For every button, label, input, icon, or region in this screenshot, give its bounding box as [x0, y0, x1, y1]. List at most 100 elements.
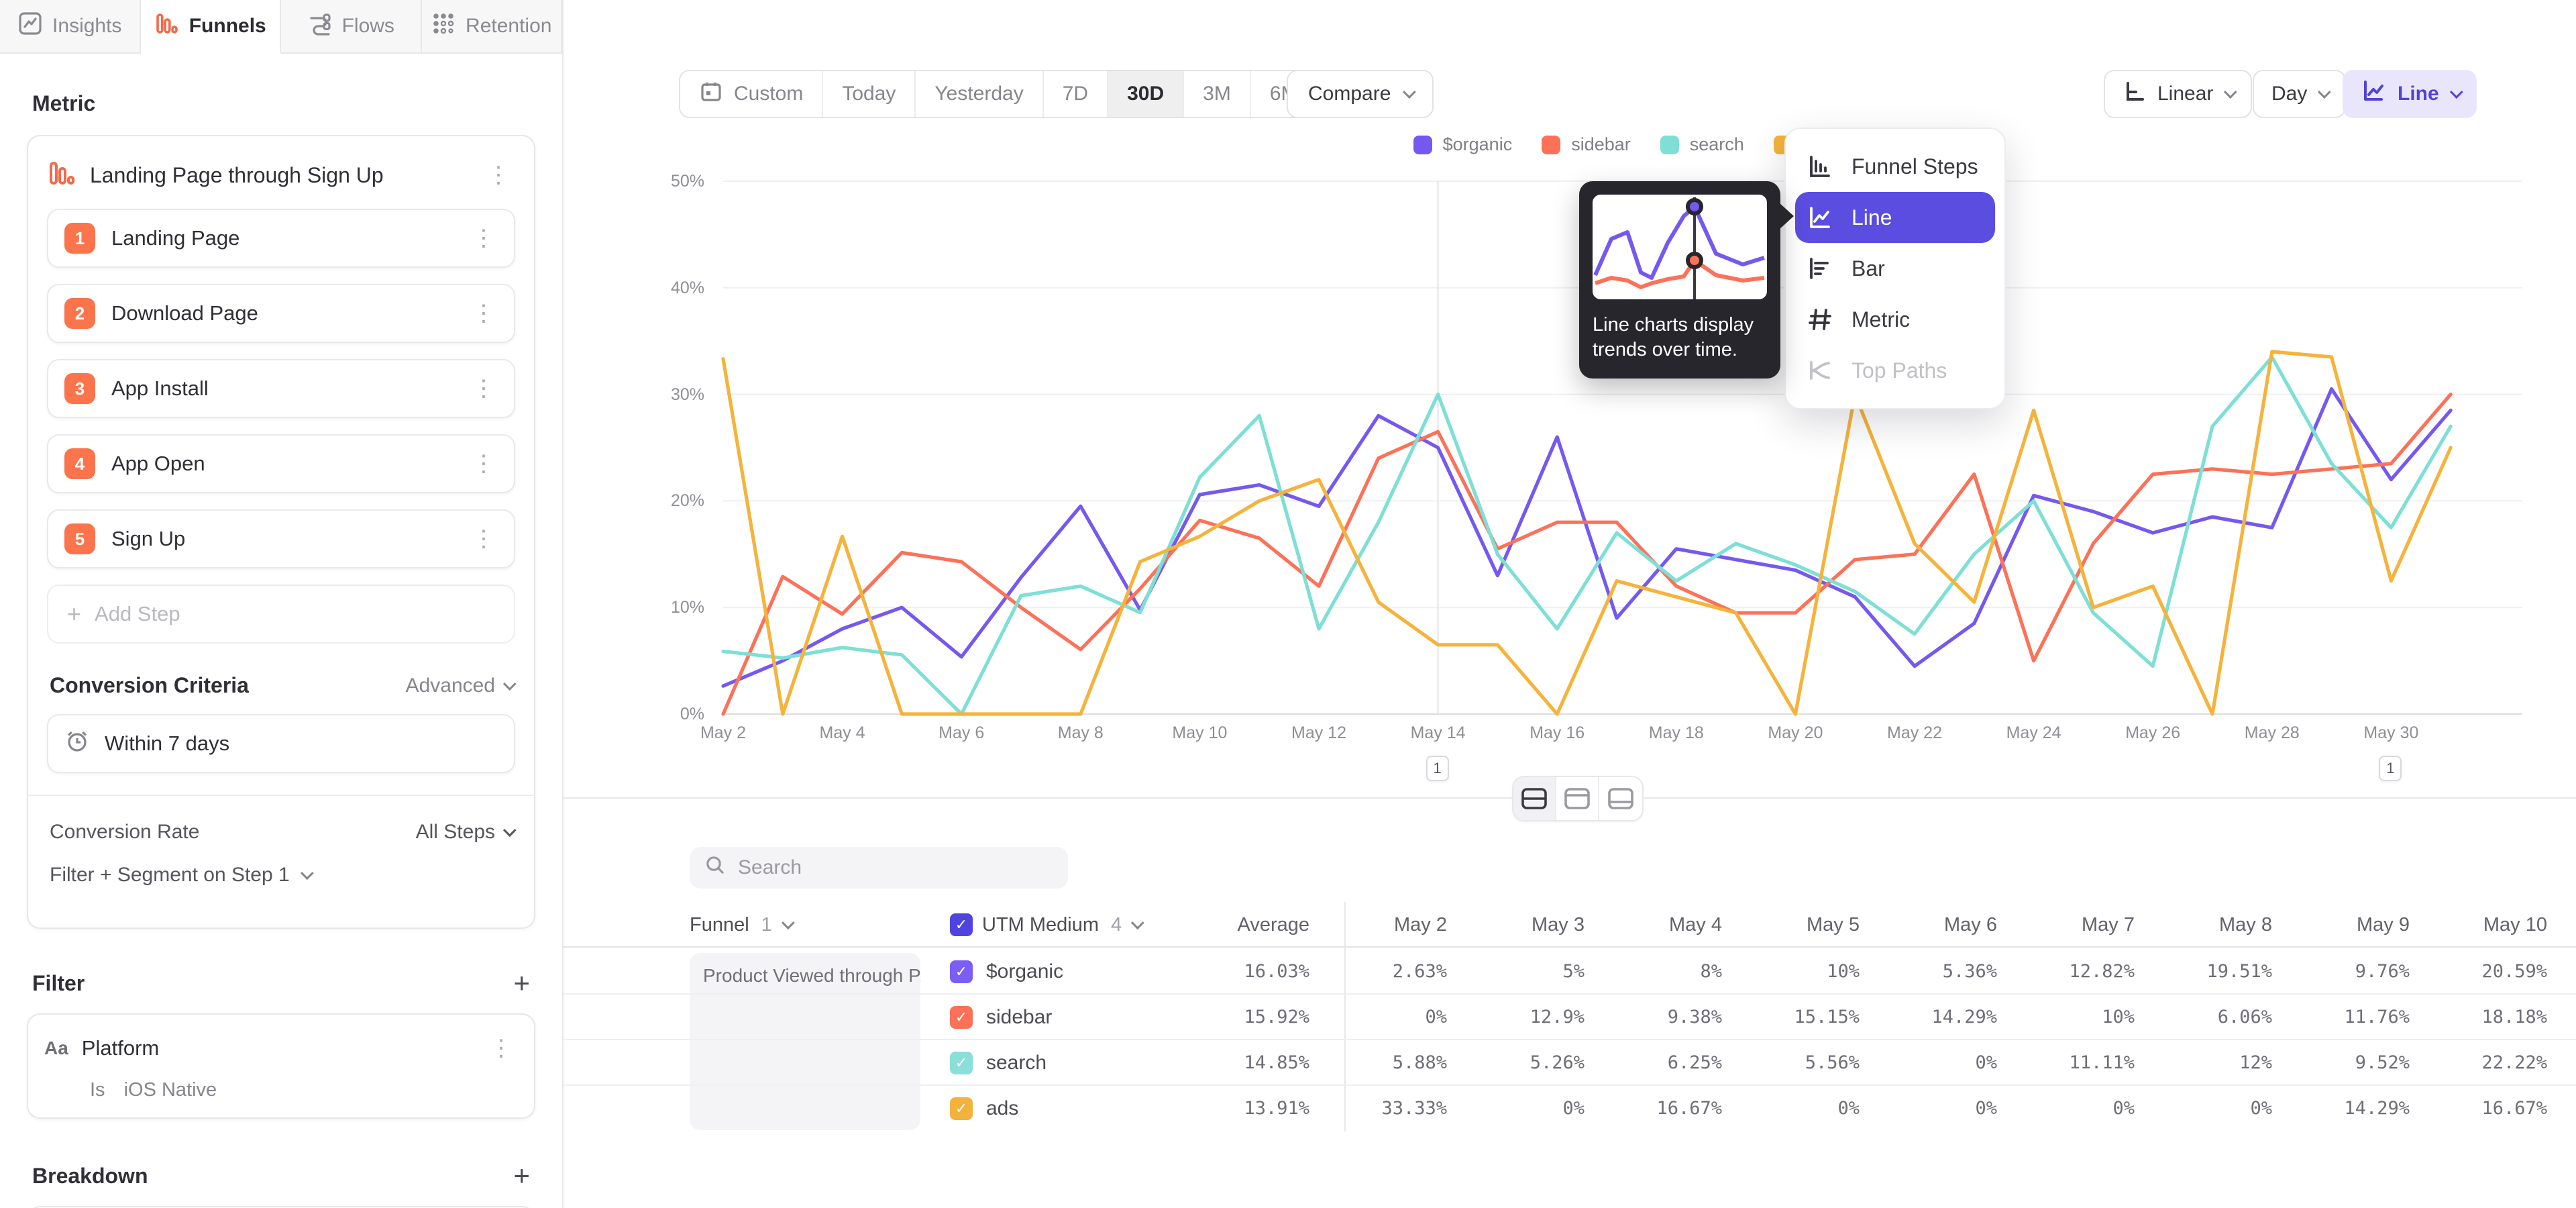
legend-item-organic[interactable]: $organic — [1413, 134, 1513, 155]
x-axis-tick: May 2 — [676, 723, 770, 743]
range-7d[interactable]: 7D — [1044, 71, 1108, 117]
cell-value: 16.03% — [1199, 949, 1328, 995]
report-area: CustomTodayYesterday7D30D3M6M12M Compare… — [564, 0, 2576, 1208]
table-search — [690, 847, 1068, 889]
column-header-may-6[interactable]: May 6 — [1878, 902, 2016, 948]
step-number-badge: 1 — [64, 223, 95, 254]
tab-flows[interactable]: Flows — [281, 0, 422, 54]
step-kebab-icon[interactable]: ⋮ — [467, 450, 500, 478]
advanced-dropdown[interactable]: Advanced — [406, 674, 513, 697]
conversion-rate-label: Conversion Rate — [50, 821, 199, 844]
row-checkbox[interactable]: ✓ — [950, 1006, 973, 1029]
select-all-checkbox[interactable]: ✓ — [950, 913, 973, 936]
add-breakdown-button[interactable]: + — [513, 1162, 530, 1190]
column-header-may-10[interactable]: May 10 — [2428, 902, 2566, 948]
clock-icon — [64, 728, 90, 759]
breakdown-heading: Breakdown — [32, 1164, 148, 1189]
range-today[interactable]: Today — [823, 71, 916, 117]
step-kebab-icon[interactable]: ⋮ — [467, 374, 500, 403]
x-axis-tick: May 6 — [914, 723, 1008, 743]
conversion-window-label: Within 7 days — [105, 732, 229, 756]
menu-item-bar[interactable]: Bar — [1786, 243, 2004, 294]
legend-label: $organic — [1443, 134, 1513, 155]
funnel-count: 1 — [761, 914, 772, 936]
chart-type-dropdown[interactable]: Line — [2343, 70, 2477, 118]
cell-value: 16.67% — [2428, 1086, 2566, 1131]
cell-value: 5% — [1466, 949, 1603, 995]
legend-item-sidebar[interactable]: sidebar — [1542, 134, 1631, 155]
row-checkbox[interactable]: ✓ — [950, 1097, 973, 1120]
row-label: $organic — [986, 960, 1063, 983]
step-kebab-icon[interactable]: ⋮ — [467, 299, 500, 328]
column-header-may-7[interactable]: May 7 — [2016, 902, 2153, 948]
chevron-down-icon — [2224, 85, 2237, 99]
row-checkbox[interactable]: ✓ — [950, 960, 973, 983]
filter-operator[interactable]: Is — [90, 1079, 105, 1101]
segment-column-header[interactable]: ✓ UTM Medium4 — [950, 902, 1140, 948]
search-input[interactable] — [738, 856, 1053, 879]
annotation-badge[interactable]: 1 — [2379, 756, 2402, 781]
step-kebab-icon[interactable]: ⋮ — [467, 224, 500, 252]
split-view-toggle[interactable] — [1513, 777, 1556, 820]
step-kebab-icon[interactable]: ⋮ — [467, 525, 500, 553]
column-header-average[interactable]: Average — [1199, 902, 1328, 948]
table-only-view-toggle[interactable] — [1599, 777, 1642, 820]
funnel-steps-list: 1Landing Page⋮ 2Download Page⋮ 3App Instal… — [47, 209, 515, 568]
menu-item-label: Top Paths — [1851, 358, 1947, 383]
granularity-label: Day — [2271, 83, 2307, 105]
cell-value: 11.76% — [2291, 995, 2428, 1040]
calendar-icon — [699, 79, 723, 109]
x-axis-tick: May 4 — [796, 723, 890, 743]
legend-swatch — [1660, 136, 1679, 154]
row-checkbox[interactable]: ✓ — [950, 1052, 973, 1074]
range-custom[interactable]: Custom — [680, 71, 823, 117]
column-header-may-5[interactable]: May 5 — [1741, 902, 1878, 948]
row-label: search — [986, 1052, 1046, 1074]
column-header-may-9[interactable]: May 9 — [2291, 902, 2428, 948]
funnel-step-2[interactable]: 2Download Page⋮ — [47, 284, 515, 343]
chart-legend: $organicsidebarsearchads — [723, 134, 2522, 155]
annotation-badge[interactable]: 1 — [1426, 756, 1449, 781]
x-axis-tick: May 14 — [1391, 723, 1485, 743]
top-paths-icon — [1806, 357, 1834, 384]
range-label: Custom — [734, 83, 803, 105]
tab-funnels[interactable]: Funnels — [141, 0, 282, 54]
funnel-step-1[interactable]: 1Landing Page⋮ — [47, 209, 515, 268]
tab-retention[interactable]: Retention — [422, 0, 563, 54]
funnel-step-4[interactable]: 4App Open⋮ — [47, 434, 515, 493]
funnel-step-5[interactable]: 5Sign Up⋮ — [47, 509, 515, 568]
funnel-column-header[interactable]: Funnel1 — [690, 902, 791, 948]
add-filter-button[interactable]: + — [513, 969, 530, 997]
x-axis-labels: May 2May 4May 6May 8May 10May 12May 14Ma… — [723, 723, 2576, 748]
column-header-may-8[interactable]: May 8 — [2153, 902, 2291, 948]
filter-heading: Filter — [32, 971, 85, 996]
menu-item-metric[interactable]: Metric — [1786, 294, 2004, 345]
column-header-may-3[interactable]: May 3 — [1466, 902, 1603, 948]
cell-value: 9.38% — [1603, 995, 1741, 1040]
funnel-kebab-icon[interactable]: ⋮ — [482, 161, 515, 189]
column-header-may-2[interactable]: May 2 — [1328, 902, 1466, 948]
range-3m[interactable]: 3M — [1184, 71, 1251, 117]
range-label: 3M — [1203, 83, 1231, 105]
tab-insights[interactable]: Insights — [0, 0, 141, 54]
column-header-may-4[interactable]: May 4 — [1603, 902, 1741, 948]
menu-item-line[interactable]: Line — [1795, 192, 1995, 243]
filter-property-name[interactable]: Platform — [82, 1036, 471, 1060]
legend-label: search — [1690, 134, 1744, 155]
conversion-window-button[interactable]: Within 7 days — [47, 714, 515, 773]
all-steps-dropdown[interactable]: All Steps — [416, 821, 513, 844]
range-30d[interactable]: 30D — [1108, 71, 1184, 117]
filter-segment-dropdown[interactable]: Filter + Segment on Step 1 — [50, 864, 290, 887]
funnel-step-3[interactable]: 3App Install⋮ — [47, 359, 515, 418]
compare-button[interactable]: Compare — [1287, 70, 1434, 118]
add-step-button[interactable]: + Add Step — [47, 585, 515, 644]
legend-item-search[interactable]: search — [1660, 134, 1744, 155]
range-yesterday[interactable]: Yesterday — [916, 71, 1043, 117]
filter-kebab-icon[interactable]: ⋮ — [484, 1034, 518, 1062]
chart-only-view-toggle[interactable] — [1556, 777, 1599, 820]
filter-value[interactable]: iOS Native — [124, 1079, 217, 1101]
granularity-dropdown[interactable]: Day — [2253, 70, 2346, 118]
scale-dropdown[interactable]: Linear — [2104, 70, 2252, 118]
menu-item-label: Bar — [1851, 256, 1885, 281]
menu-item-funnel-steps[interactable]: Funnel Steps — [1786, 141, 2004, 192]
